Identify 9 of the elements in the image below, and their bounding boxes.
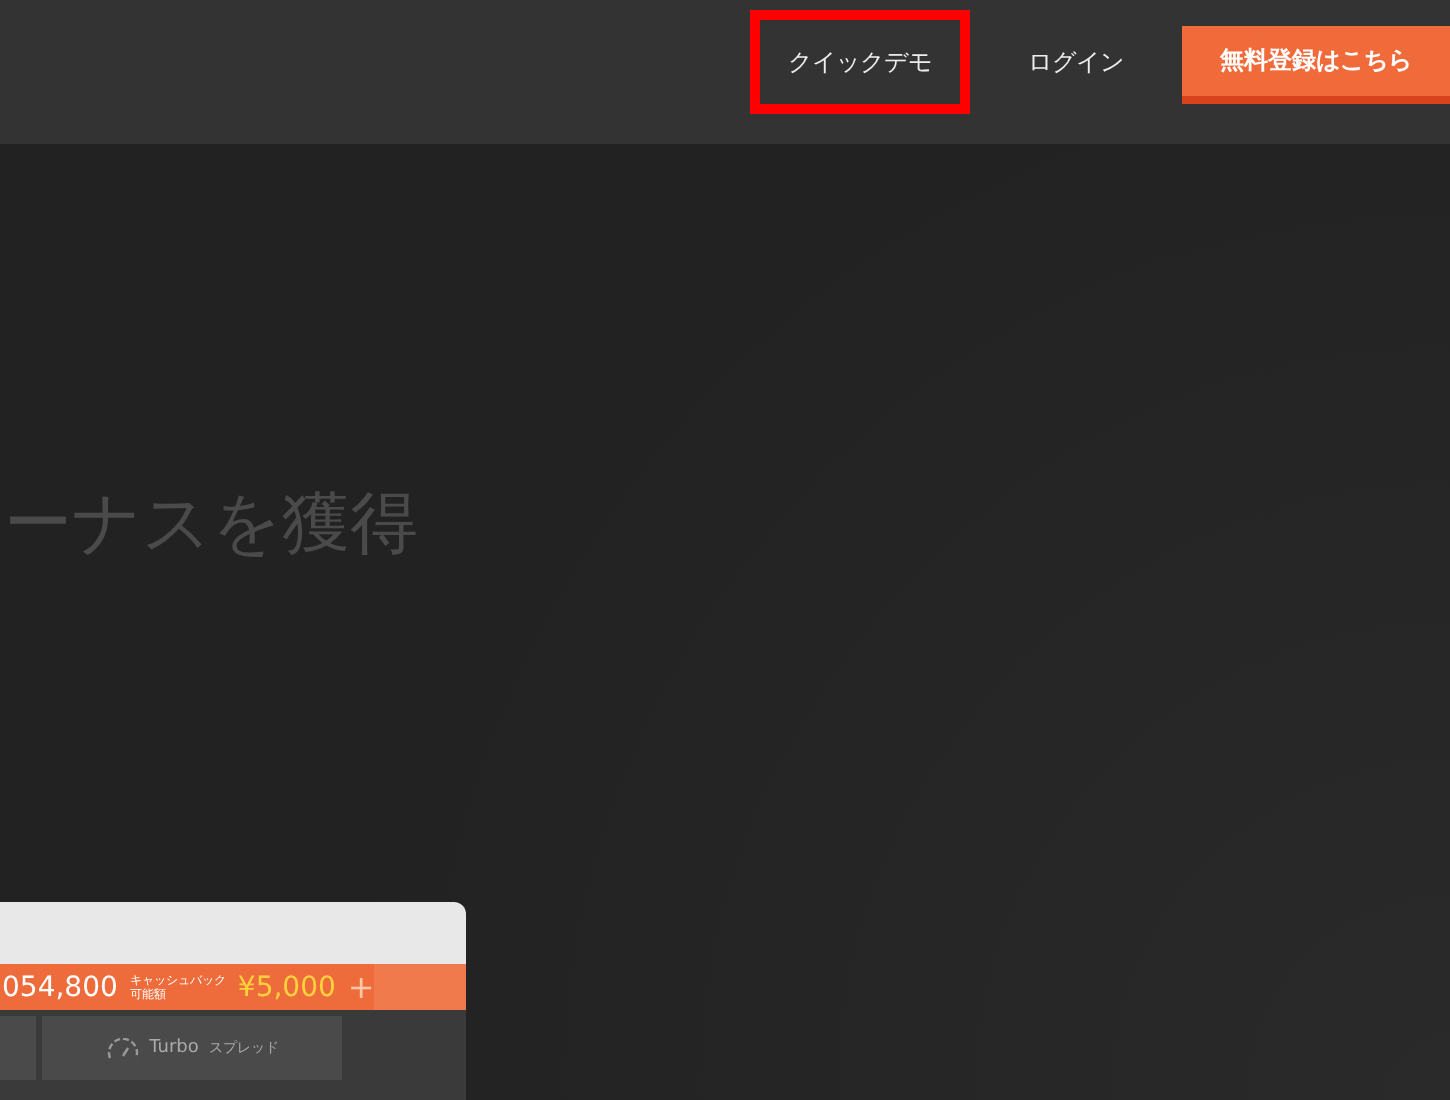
balance-amount: 054,800 <box>2 971 118 1003</box>
cashback-amount: ¥5,000 <box>237 971 336 1003</box>
bar-end-block <box>374 964 466 1010</box>
gauge-icon <box>105 1037 140 1059</box>
add-icon[interactable]: + <box>347 968 375 1006</box>
tile-brand: Turbo <box>149 1038 199 1058</box>
nav-link[interactable]: ログイン <box>990 10 1162 114</box>
nav-link[interactable]: クイックデモ <box>750 10 970 114</box>
signup-button[interactable]: 無料登録はこちら <box>1182 26 1450 104</box>
